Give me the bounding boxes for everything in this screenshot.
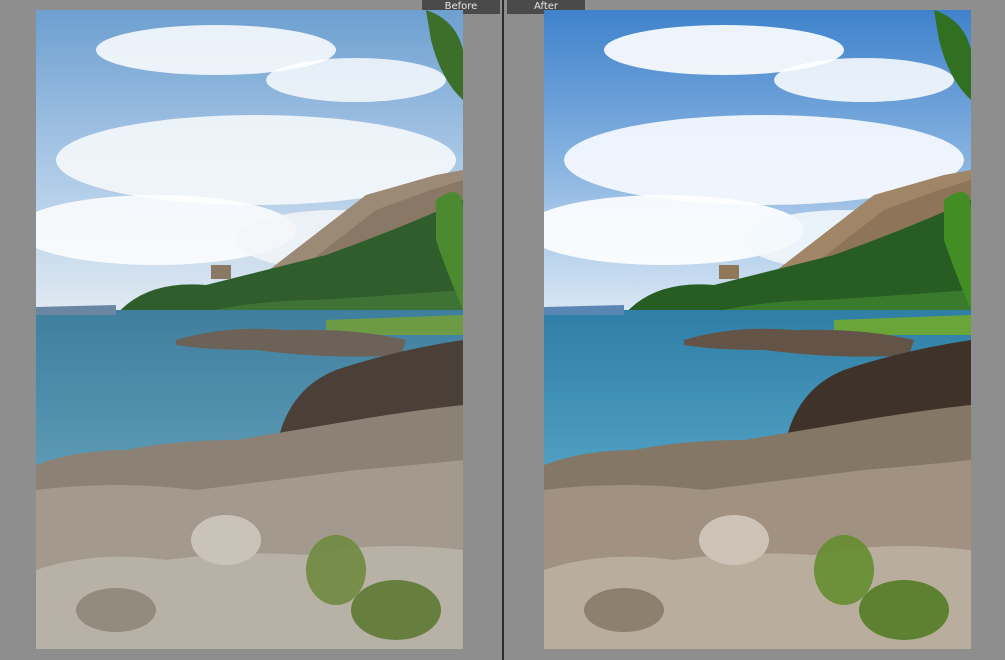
before-photo-image [36,10,463,649]
after-photo[interactable] [544,10,971,649]
before-photo[interactable] [36,10,463,649]
before-panel: Before [0,0,502,660]
after-panel: After [504,0,1005,660]
after-photo-image [544,10,971,649]
